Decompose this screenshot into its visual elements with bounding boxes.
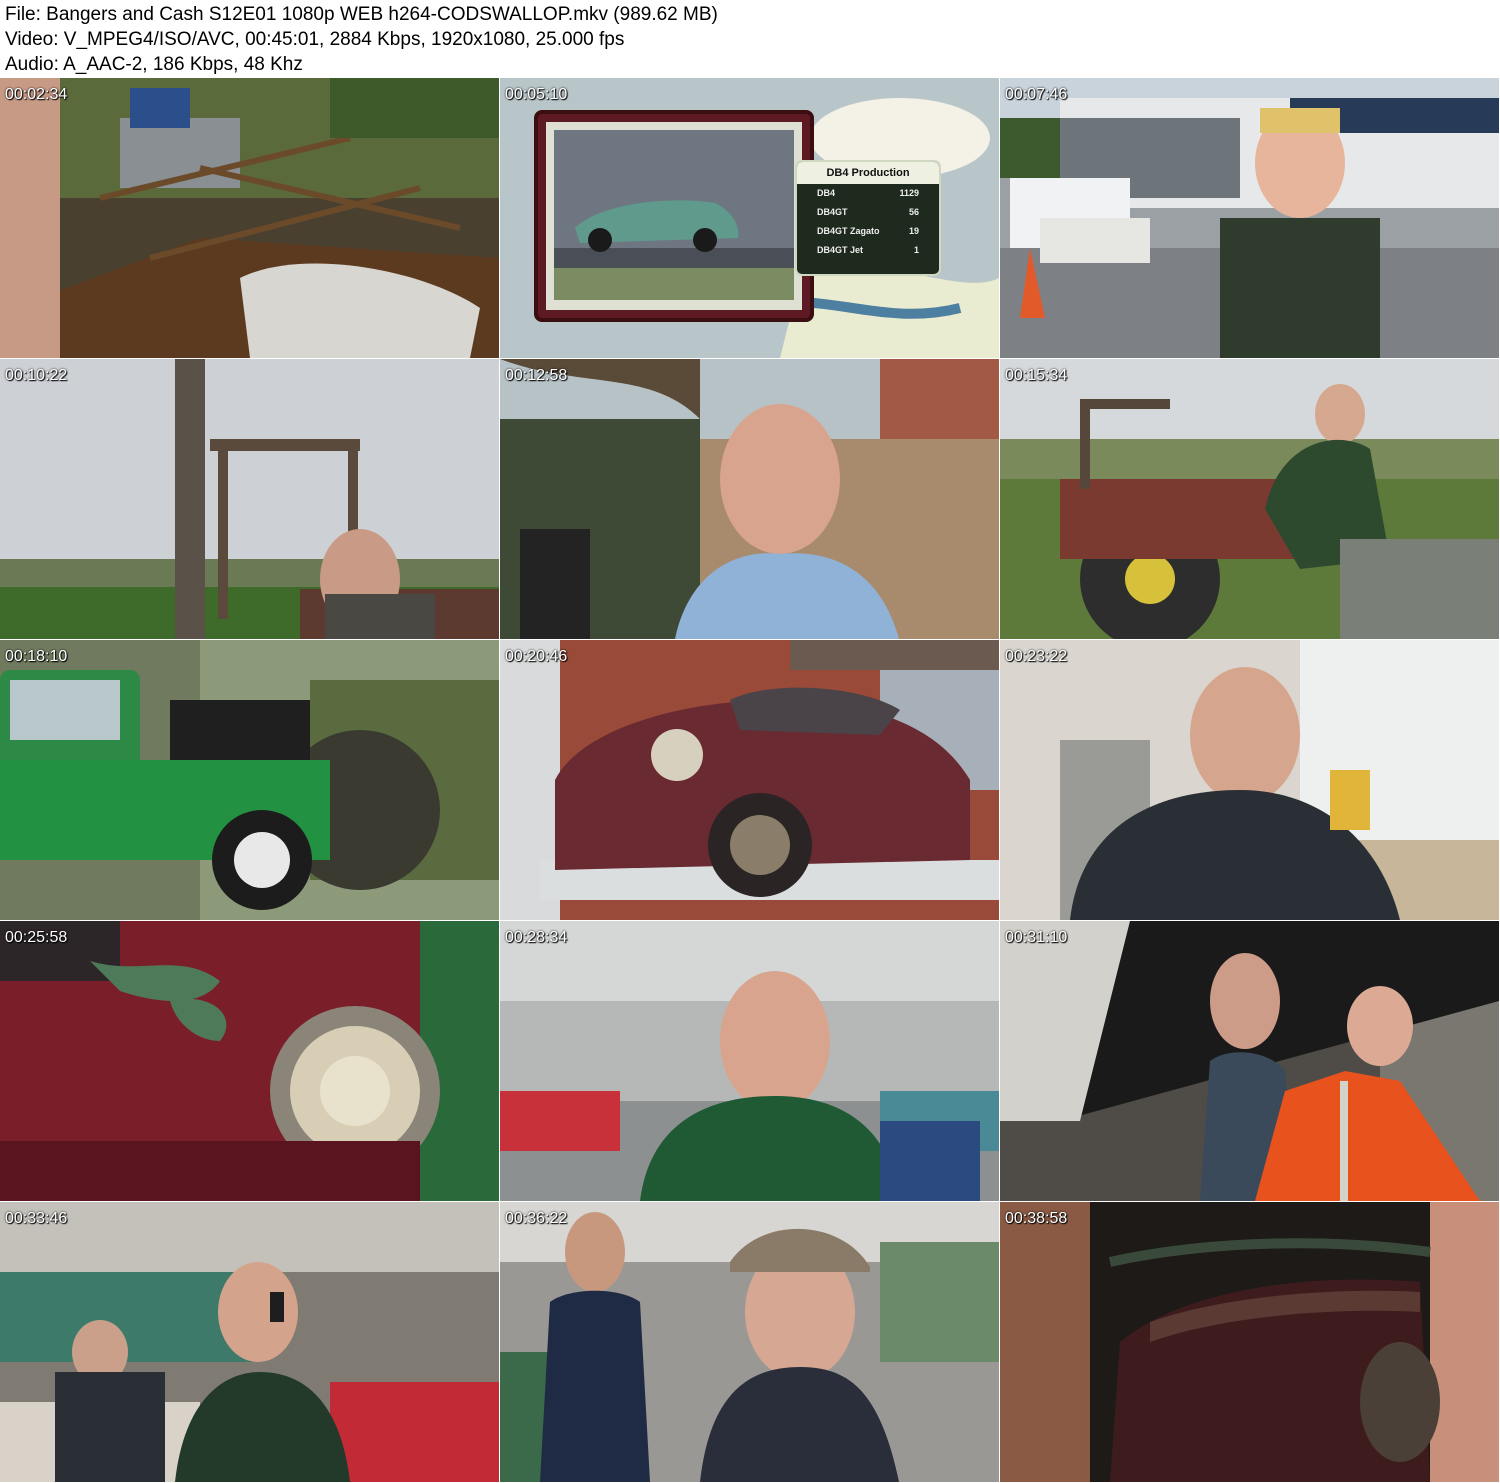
scene-image bbox=[1000, 640, 1499, 920]
thumbnail-red-aston-on-truck[interactable]: 00:20:46 bbox=[500, 640, 999, 920]
timestamp-label: 00:07:46 bbox=[1005, 86, 1068, 103]
timestamp-label: 00:23:22 bbox=[1005, 648, 1068, 665]
scene-image bbox=[1000, 921, 1499, 1201]
audio-info-line: Audio: A_AAC-2, 186 Kbps, 48 Khz bbox=[5, 54, 303, 75]
timestamp-label: 00:15:34 bbox=[1005, 367, 1068, 384]
thumbnail-overgrown-wreck[interactable]: 00:02:34 bbox=[0, 78, 499, 358]
thumbnail-tractor-field[interactable]: 00:10:22 bbox=[0, 359, 499, 639]
scene-image bbox=[500, 640, 999, 920]
scene-image bbox=[500, 1202, 999, 1482]
thumbnail-tractor-driver[interactable]: 00:15:34 bbox=[1000, 359, 1499, 639]
thumbnail-garage-forecourt[interactable]: 00:07:46 bbox=[1000, 78, 1499, 358]
timestamp-label: 00:31:10 bbox=[1005, 929, 1068, 946]
file-info-line: File: Bangers and Cash S12E01 1080p WEB … bbox=[5, 4, 718, 25]
scene-image bbox=[0, 78, 499, 358]
thumbnail-auction-hall[interactable]: 00:28:34 bbox=[500, 921, 999, 1201]
db4-panel-row: DB4GT 56 bbox=[797, 203, 939, 222]
scene-image bbox=[500, 359, 999, 639]
row-value: 1 bbox=[913, 245, 919, 255]
row-value: 56 bbox=[908, 207, 919, 217]
timestamp-label: 00:33:46 bbox=[5, 1210, 68, 1227]
video-info-line: Video: V_MPEG4/ISO/AVC, 00:45:01, 2884 K… bbox=[5, 29, 625, 50]
thumbnail-man-garden[interactable]: 00:12:58 bbox=[500, 359, 999, 639]
timestamp-label: 00:38:58 bbox=[1005, 1210, 1068, 1227]
row-name: DB4GT Jet bbox=[817, 245, 864, 255]
scene-image bbox=[0, 359, 499, 639]
scene-image bbox=[1000, 78, 1499, 358]
timestamp-label: 00:10:22 bbox=[5, 367, 68, 384]
timestamp-label: 00:05:10 bbox=[505, 86, 568, 103]
timestamp-label: 00:25:58 bbox=[5, 929, 68, 946]
scene-image bbox=[500, 921, 999, 1201]
timestamp-label: 00:20:46 bbox=[505, 648, 568, 665]
thumbnail-dark-car-detail[interactable]: 00:38:58 bbox=[1000, 1202, 1499, 1482]
row-name: DB4GT Zagato bbox=[817, 226, 880, 236]
scene-image bbox=[0, 921, 499, 1201]
row-name: DB4 bbox=[817, 188, 836, 198]
timestamp-label: 00:02:34 bbox=[5, 86, 68, 103]
thumbnail-phone-bidding[interactable]: 00:33:46 bbox=[0, 1202, 499, 1482]
thumbnail-two-men-hall[interactable]: 00:36:22 bbox=[500, 1202, 999, 1482]
thumbnail-green-land-rover[interactable]: 00:18:10 bbox=[0, 640, 499, 920]
timestamp-label: 00:18:10 bbox=[5, 648, 68, 665]
info-header: File: Bangers and Cash S12E01 1080p WEB … bbox=[0, 0, 1500, 78]
scene-image bbox=[1000, 1202, 1499, 1482]
thumbnail-men-under-lid[interactable]: 00:31:10 bbox=[1000, 921, 1499, 1201]
timestamp-label: 00:36:22 bbox=[505, 1210, 568, 1227]
db4-panel-row: DB4 1129 bbox=[797, 184, 939, 203]
scene-image bbox=[0, 640, 499, 920]
timestamp-label: 00:12:58 bbox=[505, 367, 568, 384]
thumbnail-db4-production-graphic[interactable]: 00:05:10 DB4 Production DB4 1129 DB4GT 5… bbox=[500, 78, 999, 358]
thumbnail-headlight-closeup[interactable]: 00:25:58 bbox=[0, 921, 499, 1201]
scene-image bbox=[1000, 359, 1499, 639]
thumbnail-bald-man-office[interactable]: 00:23:22 bbox=[1000, 640, 1499, 920]
row-value: 19 bbox=[908, 226, 919, 236]
timestamp-label: 00:28:34 bbox=[505, 929, 568, 946]
row-value: 1129 bbox=[899, 188, 919, 198]
thumbnail-grid: 00:02:34 00:05:10 DB4 Production DB4 112… bbox=[0, 78, 1500, 1483]
db4-panel-row: DB4GT Jet 1 bbox=[797, 241, 939, 260]
scene-image bbox=[0, 1202, 499, 1482]
db4-panel-row: DB4GT Zagato 19 bbox=[797, 222, 939, 241]
db4-production-panel: DB4 Production DB4 1129 DB4GT 56 DB4GT Z… bbox=[795, 160, 941, 276]
db4-panel-title: DB4 Production bbox=[797, 162, 939, 184]
row-name: DB4GT bbox=[817, 207, 848, 217]
